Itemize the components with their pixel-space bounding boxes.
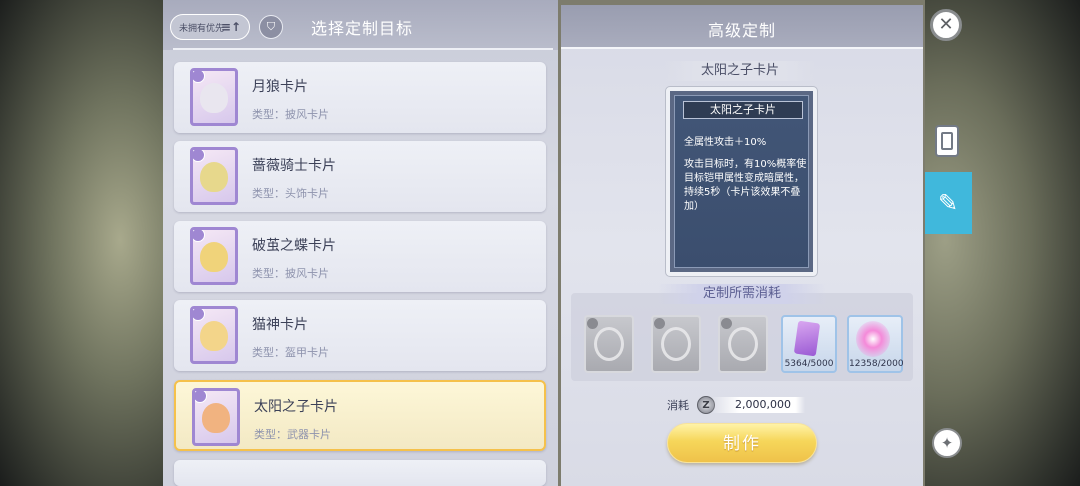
card-portrait: [192, 388, 240, 446]
card-name: 猫神卡片: [252, 317, 308, 333]
panel-title: 选择定制目标: [311, 19, 414, 38]
card-slot-badge-icon: [193, 230, 205, 242]
customize-tab-icon: ✎: [937, 189, 959, 217]
card-preview-name: 太阳之子卡片: [683, 101, 803, 119]
card-slot-badge-icon: [195, 391, 207, 403]
filter-icon: ⛉: [266, 20, 276, 33]
character-portrait-icon: [200, 321, 228, 351]
card-name: 太阳之子卡片: [254, 399, 338, 415]
material-count: 12358/2000: [849, 359, 904, 369]
card-preview-inner: 太阳之子卡片 全属性攻击＋10% 攻击目标时，有10%概率使目标铠甲属性变成暗属…: [674, 95, 809, 268]
divider: [173, 48, 553, 50]
filter-button[interactable]: ⛉: [259, 15, 283, 39]
card-list-item[interactable]: 蔷薇骑士卡片 类型：头饰卡片: [174, 141, 546, 212]
selected-card-label: 太阳之子卡片: [665, 61, 815, 81]
material-slot[interactable]: 5364/5000: [781, 315, 837, 373]
card-portrait: [190, 68, 238, 126]
swirl-icon: [728, 327, 758, 361]
card-slot-badge-icon: [193, 71, 205, 83]
material-badge-icon: [721, 318, 732, 329]
consume-row: 消耗 Z 2,000,000: [667, 396, 805, 414]
card-type: 类型：披风卡片: [252, 267, 329, 280]
background-left: [0, 0, 165, 486]
card-select-panel: 未拥有优先 ≡↑ ⛉ 选择定制目标 月狼卡片 类型：披风卡片 蔷薇骑士卡片 类型：头饰…: [163, 0, 558, 486]
sort-label: 未拥有优先: [179, 23, 225, 34]
character-portrait-icon: [200, 83, 228, 113]
card-preview-effect: 全属性攻击＋10%: [684, 137, 767, 148]
card-list-item[interactable]: 太阳之子卡片 类型：武器卡片: [174, 380, 546, 451]
sort-icon: ≡↑: [220, 20, 241, 34]
card-portrait: [190, 147, 238, 205]
character-portrait-icon: [200, 162, 228, 192]
background-right: [925, 0, 1080, 486]
card-portrait: [190, 227, 238, 285]
card-type: 类型：盔甲卡片: [252, 346, 329, 359]
card-slot-badge-icon: [193, 150, 205, 162]
card-type: 类型：头饰卡片: [252, 187, 329, 200]
material-badge-icon: [654, 318, 665, 329]
customize-header: 高级定制: [561, 5, 923, 49]
card-name: 蔷薇骑士卡片: [252, 158, 336, 174]
sort-button[interactable]: 未拥有优先 ≡↑: [170, 14, 250, 40]
material-slot[interactable]: 12358/2000: [847, 315, 904, 373]
consume-value: 2,000,000: [711, 397, 805, 413]
card-tab-button[interactable]: [935, 125, 959, 157]
close-icon: ✕: [938, 14, 954, 35]
pink-orb-icon: [856, 321, 890, 357]
card-tab-icon: [941, 132, 953, 150]
card-name: 月狼卡片: [252, 79, 308, 95]
consume-label: 消耗: [667, 399, 689, 412]
material-slot[interactable]: [584, 315, 634, 373]
card-preview-description: 攻击目标时，有10%概率使目标铠甲属性变成暗属性，持续5秒（卡片该效果不叠加）: [684, 159, 807, 212]
card-slot-badge-icon: [193, 309, 205, 321]
card-name: 破茧之蝶卡片: [252, 238, 336, 254]
make-button[interactable]: 制作: [667, 423, 817, 463]
purple-card-icon: [793, 320, 821, 357]
flame-icon: [661, 327, 691, 361]
wand-button[interactable]: ✦: [932, 428, 962, 458]
material-slot[interactable]: [651, 315, 701, 373]
materials-box: 5364/5000 12358/2000: [571, 293, 913, 381]
material-badge-icon: [587, 318, 598, 329]
character-portrait-icon: [200, 242, 228, 272]
card-list-item-partial[interactable]: [174, 460, 546, 486]
materials-title: 定制所需消耗: [657, 284, 827, 304]
advanced-customize-panel: 高级定制 太阳之子卡片 太阳之子卡片 全属性攻击＋10% 攻击目标时，有10%概…: [561, 5, 923, 486]
close-button[interactable]: ✕: [930, 9, 962, 41]
customize-title: 高级定制: [707, 21, 776, 40]
customize-tab-button[interactable]: ✎: [925, 172, 972, 234]
card-type: 类型：武器卡片: [254, 428, 331, 441]
card-list-item[interactable]: 猫神卡片类型：盔甲卡片: [174, 300, 546, 371]
card-portrait: [190, 306, 238, 364]
card-list-item[interactable]: 破茧之蝶卡片 类型：披风卡片: [174, 221, 546, 292]
card-select-header: 未拥有优先 ≡↑ ⛉ 选择定制目标: [163, 0, 558, 50]
material-count: 5364/5000: [784, 359, 834, 369]
card-list-item[interactable]: 月狼卡片类型：披风卡片: [174, 62, 546, 133]
material-slot[interactable]: [718, 315, 768, 373]
wand-icon: ✦: [940, 434, 954, 452]
card-preview: 太阳之子卡片 全属性攻击＋10% 攻击目标时，有10%概率使目标铠甲属性变成暗属…: [666, 87, 817, 276]
character-portrait-icon: [202, 403, 230, 433]
mask-icon: [594, 327, 624, 361]
card-type: 类型：披风卡片: [252, 108, 329, 121]
